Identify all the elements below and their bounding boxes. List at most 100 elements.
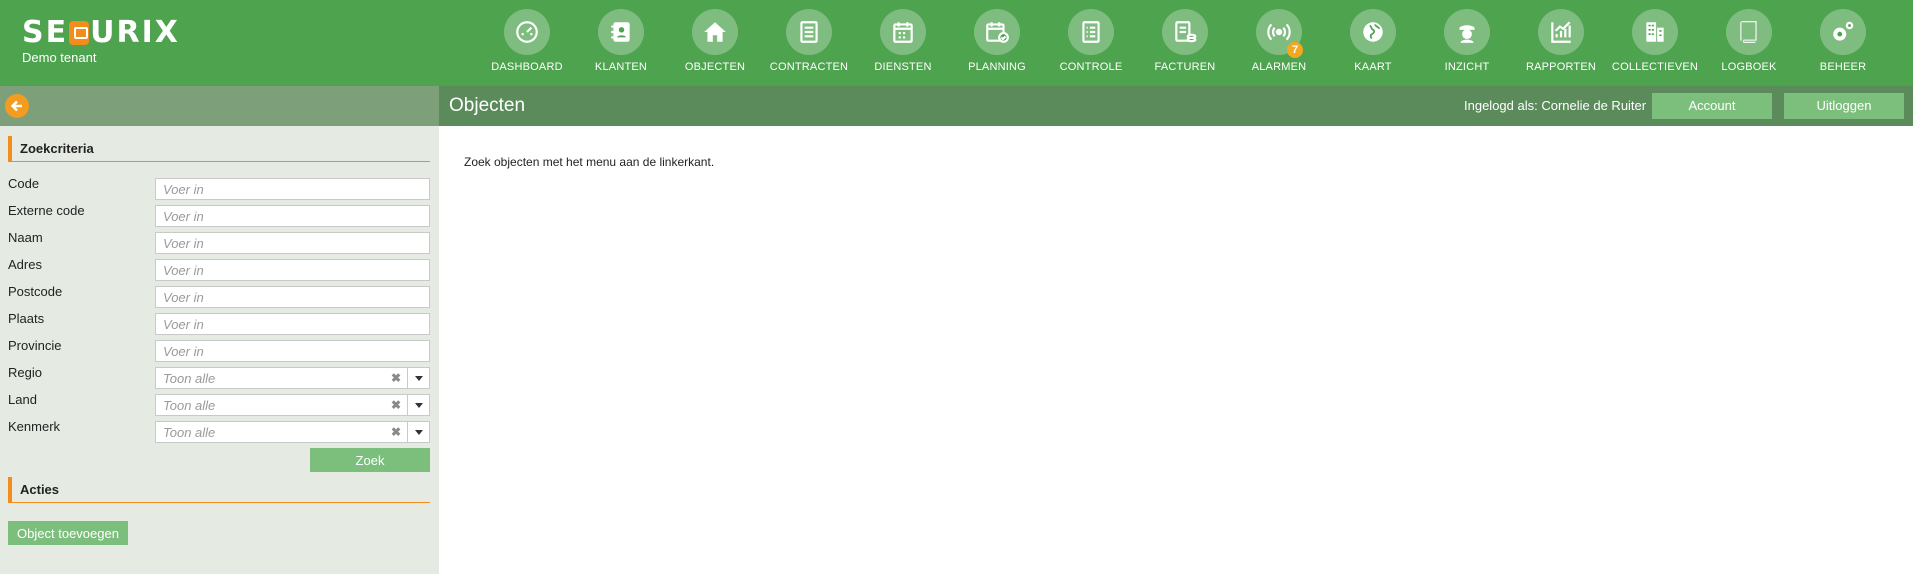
logo-mark-icon	[69, 21, 90, 45]
field-city: Plaats	[8, 311, 430, 335]
top-navigation-bar: SE URIX Demo tenant DASHBOARD KLANTEN OBJ…	[0, 0, 1913, 86]
select-placeholder: Toon alle	[163, 371, 216, 386]
search-button[interactable]: Zoek	[310, 448, 430, 472]
field-feature: Kenmerk Toon alle ✖	[8, 419, 430, 443]
tenant-name: Demo tenant	[22, 50, 97, 65]
field-external-code: Externe code	[8, 203, 430, 227]
chevron-down-icon[interactable]	[407, 368, 429, 388]
field-name: Naam	[8, 230, 430, 254]
field-label: Adres	[8, 257, 42, 272]
nav-item-klanten[interactable]: KLANTEN	[574, 0, 668, 86]
postcode-input[interactable]	[155, 286, 430, 308]
field-label: Naam	[8, 230, 43, 245]
clear-icon[interactable]: ✖	[391, 425, 401, 439]
logo-wordmark: SE URIX	[22, 18, 180, 48]
nav-label: LOGBOEK	[1721, 61, 1777, 73]
nav-label: DASHBOARD	[491, 61, 563, 73]
logo[interactable]: SE URIX Demo tenant	[22, 18, 180, 66]
actions-title: Acties	[8, 477, 430, 503]
calendar-check-icon	[986, 22, 1009, 43]
nav-item-objecten[interactable]: OBJECTEN	[668, 0, 762, 86]
chevron-down-icon[interactable]	[407, 395, 429, 415]
province-input[interactable]	[155, 340, 430, 362]
nav-item-beheer[interactable]: BEHEER	[1796, 0, 1890, 86]
field-label: Code	[8, 176, 40, 191]
clear-icon[interactable]: ✖	[391, 398, 401, 412]
field-label: Regio	[8, 365, 42, 380]
field-region: Regio Toon alle ✖	[8, 365, 430, 389]
field-label: Land	[8, 392, 37, 407]
nav-label: COLLECTIEVEN	[1611, 61, 1699, 73]
nav-label: DIENSTEN	[874, 61, 932, 73]
field-postcode: Postcode	[8, 284, 430, 308]
nav-item-logboek[interactable]: LOGBOEK	[1702, 0, 1796, 86]
guard-icon	[1459, 25, 1475, 43]
nav-label: KAART	[1354, 61, 1392, 73]
nav-item-collectieven[interactable]: COLLECTIEVEN	[1608, 0, 1702, 86]
sidebar-header	[0, 86, 439, 126]
invoice-coins-icon	[1175, 21, 1197, 43]
nav-item-planning[interactable]: PLANNING	[950, 0, 1044, 86]
chevron-down-icon[interactable]	[407, 422, 429, 442]
field-province: Provincie	[8, 338, 430, 362]
city-input[interactable]	[155, 313, 430, 335]
arrow-left-icon	[10, 100, 22, 112]
field-label: Kenmerk	[8, 419, 61, 434]
sidebar: Zoekcriteria Code Externe code Naam Adre…	[0, 86, 439, 574]
region-select[interactable]: Toon alle ✖	[155, 367, 430, 389]
field-label: Plaats	[8, 311, 45, 326]
field-label: Postcode	[8, 284, 63, 299]
logo-text-left: SE	[22, 15, 69, 50]
field-label: Externe code	[8, 203, 85, 218]
nav-item-inzicht[interactable]: INZICHT	[1420, 0, 1514, 86]
field-country: Land Toon alle ✖	[8, 392, 430, 416]
select-placeholder: Toon alle	[163, 425, 216, 440]
home-icon	[704, 22, 726, 42]
name-input[interactable]	[155, 232, 430, 254]
nav-item-rapporten[interactable]: RAPPORTEN	[1514, 0, 1608, 86]
nav-item-facturen[interactable]: FACTUREN	[1138, 0, 1232, 86]
gauge-icon	[516, 21, 538, 43]
field-code: Code	[8, 176, 430, 200]
nav-label: INZICHT	[1444, 61, 1490, 73]
nav-label: CONTRACTEN	[769, 61, 849, 73]
back-button[interactable]	[5, 94, 29, 118]
nav-item-kaart[interactable]: KAART	[1326, 0, 1420, 86]
code-input[interactable]	[155, 178, 430, 200]
logged-in-user: Ingelogd als: Cornelie de Ruiter	[1464, 98, 1647, 113]
clear-icon[interactable]: ✖	[391, 371, 401, 385]
page-title: Objecten	[449, 95, 526, 116]
account-button[interactable]: Account	[1652, 93, 1772, 119]
nav-label: RAPPORTEN	[1525, 61, 1597, 73]
nav-item-dashboard[interactable]: DASHBOARD	[480, 0, 574, 86]
external-code-input[interactable]	[155, 205, 430, 227]
nav-label: ALARMEN	[1251, 61, 1307, 73]
nav-item-controle[interactable]: CONTROLE	[1044, 0, 1138, 86]
chart-icon	[1551, 21, 1571, 43]
nav-item-contracten[interactable]: CONTRACTEN	[762, 0, 856, 86]
address-input[interactable]	[155, 259, 430, 281]
checklist-icon	[1082, 21, 1100, 43]
select-placeholder: Toon alle	[163, 398, 216, 413]
feature-select[interactable]: Toon alle ✖	[155, 421, 430, 443]
contact-book-icon	[611, 22, 630, 42]
main-nav: DASHBOARD KLANTEN OBJECTEN CONTRACTEN DI…	[480, 0, 1890, 86]
field-address: Adres	[8, 257, 430, 281]
book-icon	[1740, 21, 1757, 43]
document-icon	[800, 21, 818, 43]
nav-item-alarmen[interactable]: 7 ALARMEN	[1232, 0, 1326, 86]
country-select[interactable]: Toon alle ✖	[155, 394, 430, 416]
nav-label: BEHEER	[1819, 61, 1867, 73]
nav-item-diensten[interactable]: DIENSTEN	[856, 0, 950, 86]
add-object-button[interactable]: Object toevoegen	[8, 521, 128, 545]
alarm-count-badge: 7	[1287, 42, 1303, 58]
logout-button[interactable]: Uitloggen	[1784, 93, 1904, 119]
nav-label: FACTUREN	[1154, 61, 1216, 73]
nav-label: PLANNING	[968, 61, 1026, 73]
nav-label: KLANTEN	[594, 61, 648, 73]
search-criteria-title: Zoekcriteria	[8, 136, 430, 162]
broadcast-icon	[1267, 23, 1291, 41]
empty-state-message: Zoek objecten met het menu aan de linker…	[464, 155, 715, 169]
buildings-icon	[1646, 22, 1664, 42]
gears-icon	[1833, 21, 1854, 41]
